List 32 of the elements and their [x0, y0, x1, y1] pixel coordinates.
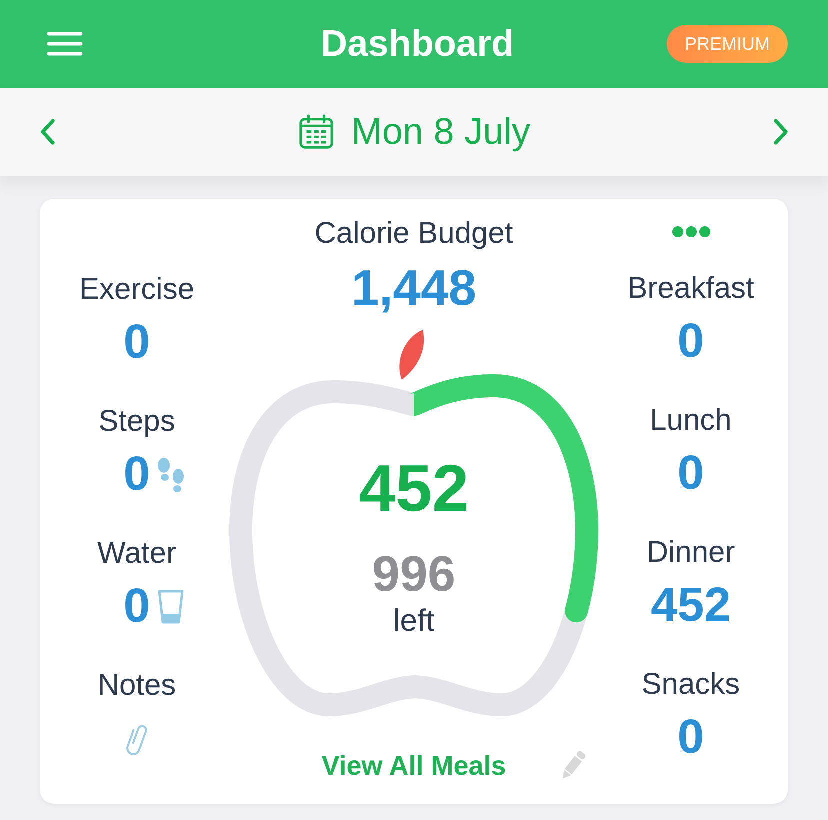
- stat-value: 0: [124, 449, 150, 501]
- stat-label: Steps: [98, 404, 176, 440]
- meal-label: Breakfast: [628, 271, 754, 307]
- menu-icon[interactable]: [47, 32, 83, 56]
- stat-value: 0: [124, 581, 150, 633]
- meal-calories: 452: [650, 580, 732, 632]
- budget-value: 1,448: [351, 262, 477, 314]
- more-icon[interactable]: [672, 226, 710, 238]
- leaf-icon: [400, 330, 424, 380]
- view-all-meals-link[interactable]: View All Meals: [322, 748, 506, 784]
- stat-label: Exercise: [79, 272, 195, 308]
- chevron-left-icon[interactable]: [40, 118, 56, 146]
- eaten-calories: 452: [358, 456, 470, 520]
- meal-label: Snacks: [642, 667, 740, 703]
- remaining-calories: 996: [372, 548, 456, 600]
- premium-button[interactable]: PREMIUM: [667, 25, 788, 63]
- meal-label: Lunch: [650, 403, 732, 439]
- calendar-icon: [298, 114, 334, 150]
- meal-calories: 0: [678, 712, 704, 764]
- footprints-icon: [158, 458, 184, 492]
- meal-label: Dinner: [646, 535, 736, 571]
- stat-label: Water: [98, 536, 176, 572]
- meal-calories: 0: [678, 316, 704, 368]
- remaining-label: left: [393, 603, 435, 639]
- header-title: Dashboard: [320, 22, 514, 66]
- glass-icon: [158, 590, 184, 624]
- budget-label: Calorie Budget: [314, 216, 514, 252]
- chevron-right-icon[interactable]: [772, 118, 789, 146]
- meal-calories: 0: [678, 448, 704, 500]
- date-button[interactable]: Mon 8 July: [298, 110, 530, 154]
- stat-value: 0: [124, 317, 150, 369]
- stat-label: Notes: [98, 668, 176, 704]
